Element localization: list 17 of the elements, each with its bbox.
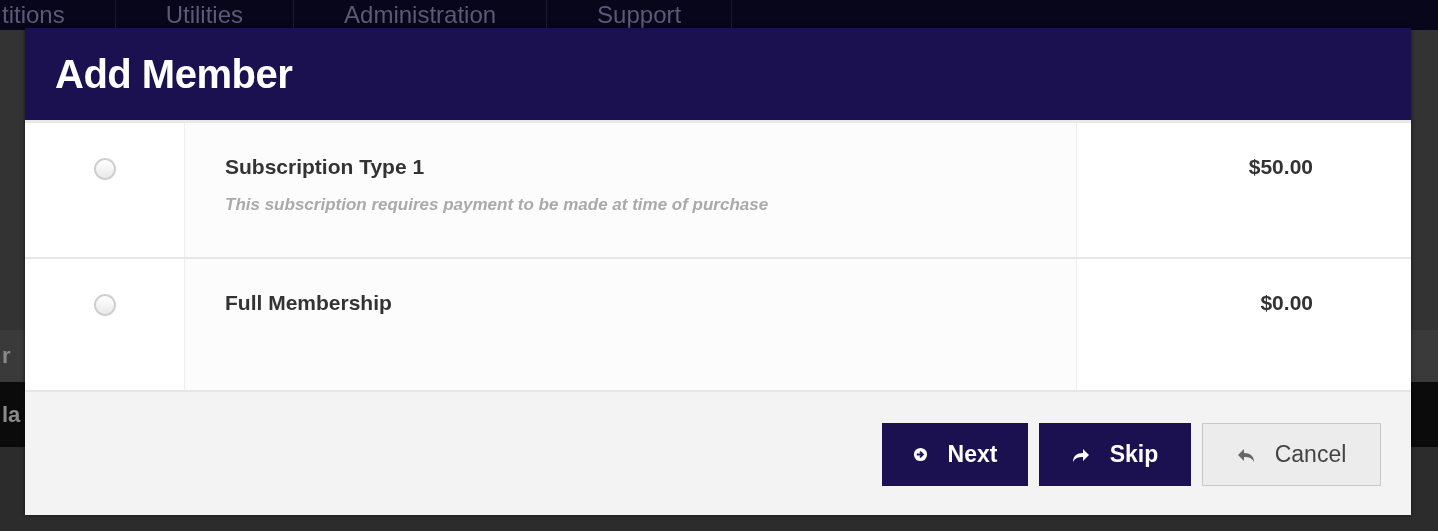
next-button[interactable]: Next — [882, 423, 1028, 486]
option-note: This subscription requires payment to be made at time of purchase — [225, 195, 769, 215]
option-price: $50.00 — [1248, 155, 1313, 180]
background-text: r — [2, 343, 12, 369]
option-row[interactable]: Subscription Type 1 This subscription requires payment to be made at time of purchase $50.00 — [25, 123, 1411, 259]
dialog-title: Add Member — [55, 51, 293, 97]
option-price: $0.00 — [1260, 291, 1313, 316]
forward-arrow-icon — [1071, 446, 1090, 463]
option-name: Subscription Type 1 — [225, 155, 425, 179]
cancel-button[interactable]: Cancel — [1202, 423, 1381, 486]
background-text: la — [2, 401, 22, 428]
option-row[interactable]: Full Membership $0.00 — [25, 259, 1411, 392]
skip-button[interactable]: Skip — [1039, 423, 1191, 486]
radio-button[interactable] — [93, 158, 116, 180]
arrow-circle-icon — [912, 447, 928, 462]
option-name: Full Membership — [225, 291, 392, 315]
radio-button[interactable] — [93, 294, 116, 316]
